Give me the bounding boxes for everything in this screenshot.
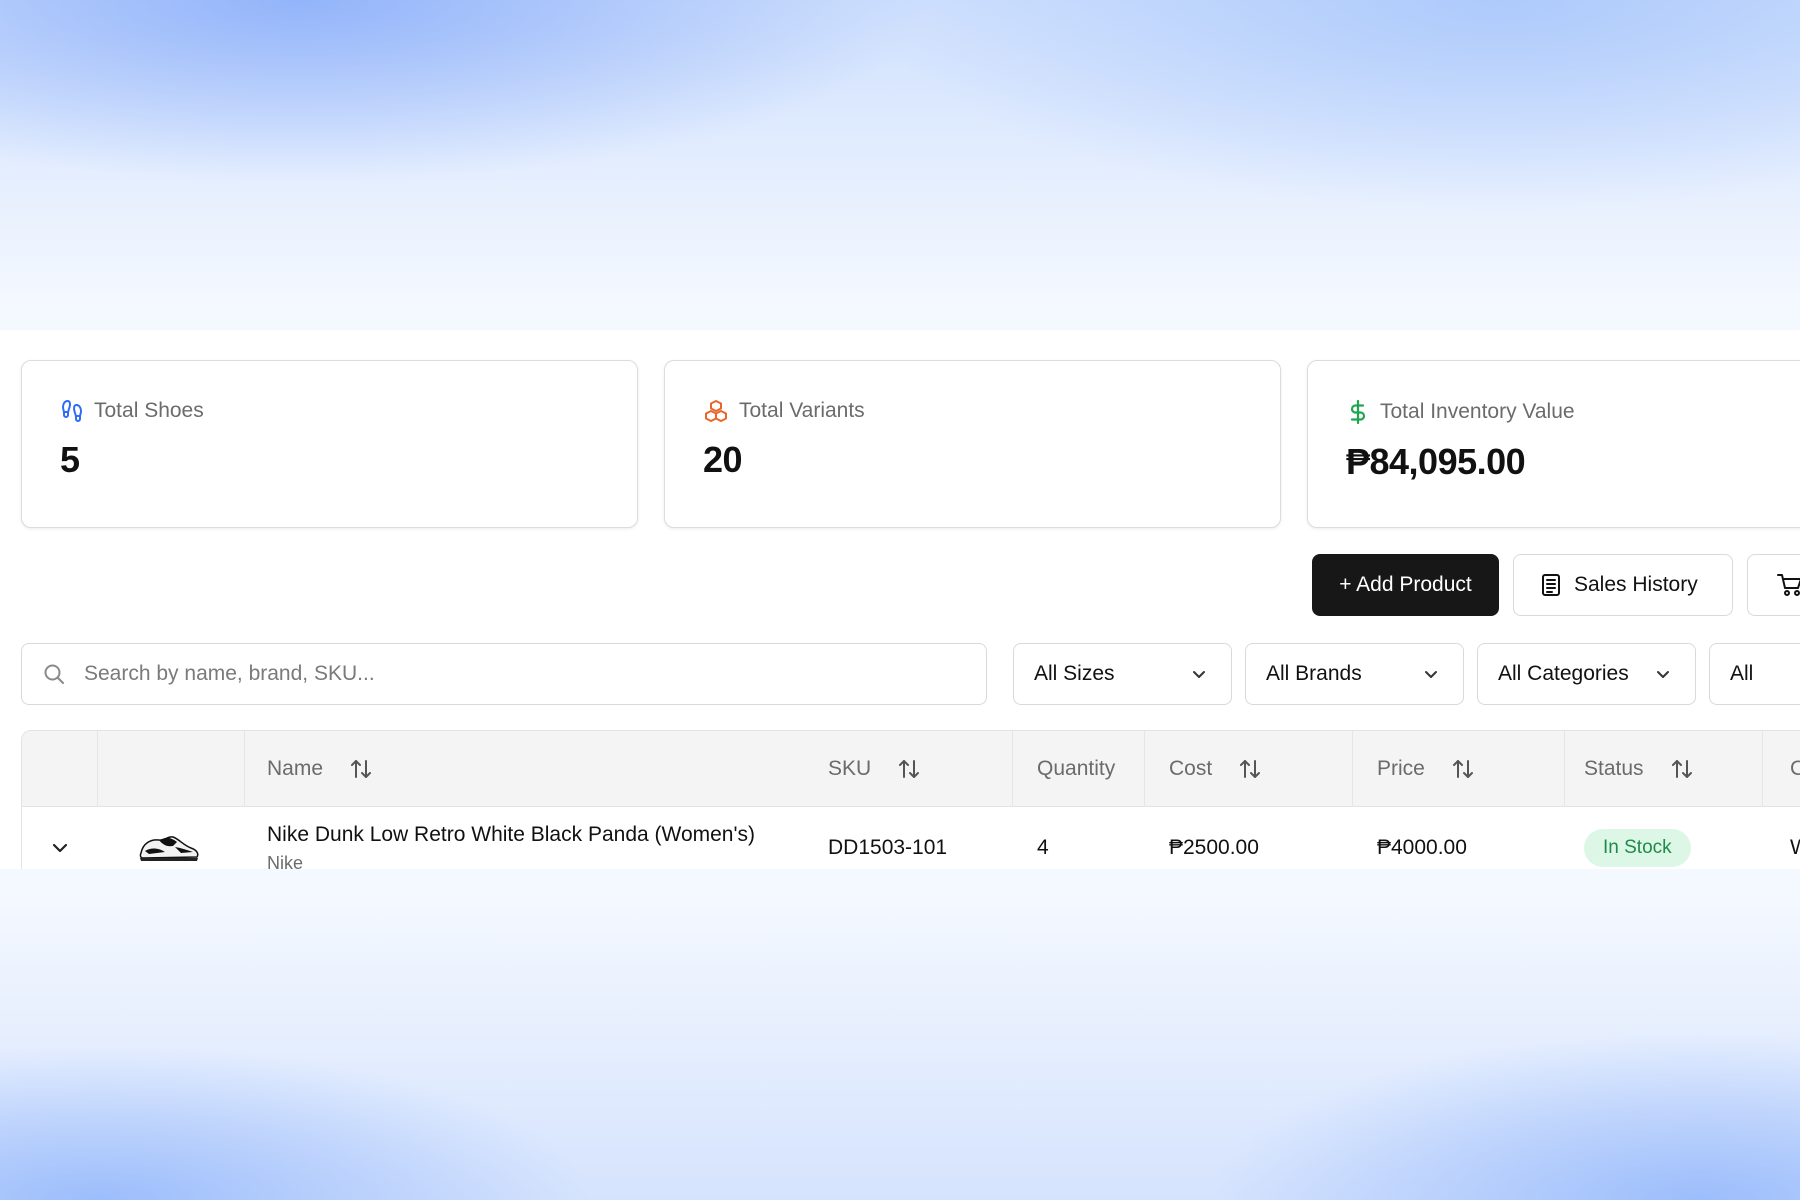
- column-divider: [1352, 731, 1353, 806]
- column-label: Quantity: [1037, 756, 1116, 780]
- column-divider: [1564, 731, 1565, 806]
- column-header-sku[interactable]: SKU: [828, 731, 921, 806]
- search-box[interactable]: [21, 643, 987, 705]
- inventory-table: Name SKU Quantity Cost Price Status Nike…: [21, 730, 1800, 869]
- column-divider: [97, 731, 98, 806]
- stat-label: Total Shoes: [94, 399, 204, 422]
- stat-value: 20: [703, 439, 743, 480]
- category-filter-value: All Categories: [1498, 662, 1629, 685]
- product-cost: ₱2500.00: [1169, 836, 1259, 859]
- action-bar: + Add Product Sales History: [1312, 554, 1800, 616]
- column-header-cost[interactable]: Cost: [1169, 731, 1262, 806]
- add-product-button[interactable]: + Add Product: [1312, 554, 1499, 616]
- sort-icon: [1671, 759, 1692, 778]
- column-header-quantity: Quantity: [1037, 731, 1115, 806]
- table-header: Name SKU Quantity Cost Price Status: [22, 731, 1800, 807]
- brand-filter-value: All Brands: [1266, 662, 1362, 685]
- status-filter-select[interactable]: All: [1709, 643, 1800, 705]
- column-label: Status: [1584, 756, 1644, 780]
- stat-card-total-shoes: Total Shoes 5: [21, 360, 638, 528]
- dollar-icon: [1350, 399, 1366, 425]
- column-header-price[interactable]: Price: [1377, 731, 1475, 806]
- column-label: SKU: [828, 756, 872, 780]
- status-filter-value: All: [1730, 662, 1754, 685]
- column-label: Name: [267, 756, 324, 780]
- sales-history-label: Sales History: [1574, 573, 1698, 596]
- stat-label: Total Variants: [739, 399, 865, 422]
- column-divider: [244, 731, 245, 806]
- product-name: Nike Dunk Low Retro White Black Panda (W…: [267, 823, 755, 846]
- receipt-icon: [1542, 574, 1560, 596]
- column-divider: [1762, 731, 1763, 806]
- cart-button[interactable]: [1747, 554, 1800, 616]
- search-input[interactable]: [82, 661, 936, 687]
- size-filter-value: All Sizes: [1034, 662, 1115, 685]
- chevron-down-icon: [1657, 671, 1669, 678]
- stat-label: Total Inventory Value: [1380, 400, 1575, 423]
- search-icon: [44, 664, 64, 684]
- footprints-icon: [62, 400, 82, 422]
- product-price: ₱4000.00: [1377, 836, 1467, 859]
- stat-value: 5: [60, 439, 80, 480]
- product-extra: W: [1790, 836, 1800, 860]
- table-row[interactable]: Nike Dunk Low Retro White Black Panda (W…: [22, 807, 1800, 869]
- shoe-thumbnail-image: [139, 836, 199, 861]
- column-label: Cost: [1169, 756, 1213, 780]
- sales-history-button[interactable]: Sales History: [1513, 554, 1733, 616]
- main-panel: Total Shoes 5 Total Variants 20 Total In…: [0, 330, 1800, 869]
- brand-filter-select[interactable]: All Brands: [1245, 643, 1464, 705]
- chevron-down-icon: [1425, 671, 1437, 678]
- sort-icon: [1452, 759, 1473, 778]
- size-filter-select[interactable]: All Sizes: [1013, 643, 1232, 705]
- cart-icon: [1777, 574, 1800, 596]
- category-filter-select[interactable]: All Categories: [1477, 643, 1696, 705]
- chevron-down-icon: [1193, 671, 1205, 678]
- add-product-label: + Add Product: [1339, 573, 1472, 596]
- boxes-icon: [705, 400, 727, 422]
- chevron-down-icon[interactable]: [51, 839, 69, 857]
- column-header-extra: C: [1790, 731, 1800, 806]
- product-quantity: 4: [1037, 836, 1049, 859]
- column-divider: [1012, 731, 1013, 806]
- filter-bar: All Sizes All Brands All Categories All: [21, 643, 1800, 705]
- column-divider: [1144, 731, 1145, 806]
- sort-icon: [899, 759, 920, 778]
- column-label: C: [1790, 757, 1800, 781]
- stats-row: Total Shoes 5 Total Variants 20 Total In…: [21, 360, 1800, 528]
- stat-card-inventory-value: Total Inventory Value ₱84,095.00: [1307, 360, 1800, 528]
- stat-card-total-variants: Total Variants 20: [664, 360, 1281, 528]
- column-header-status[interactable]: Status: [1584, 731, 1694, 806]
- column-label: Price: [1377, 756, 1425, 780]
- status-badge: In Stock: [1584, 829, 1691, 867]
- sort-icon: [1240, 759, 1261, 778]
- product-sku: DD1503-101: [828, 836, 948, 859]
- product-brand: Nike: [267, 853, 304, 869]
- sort-icon: [351, 759, 372, 778]
- column-header-name[interactable]: Name: [267, 731, 373, 806]
- stat-value: ₱84,095.00: [1346, 441, 1526, 482]
